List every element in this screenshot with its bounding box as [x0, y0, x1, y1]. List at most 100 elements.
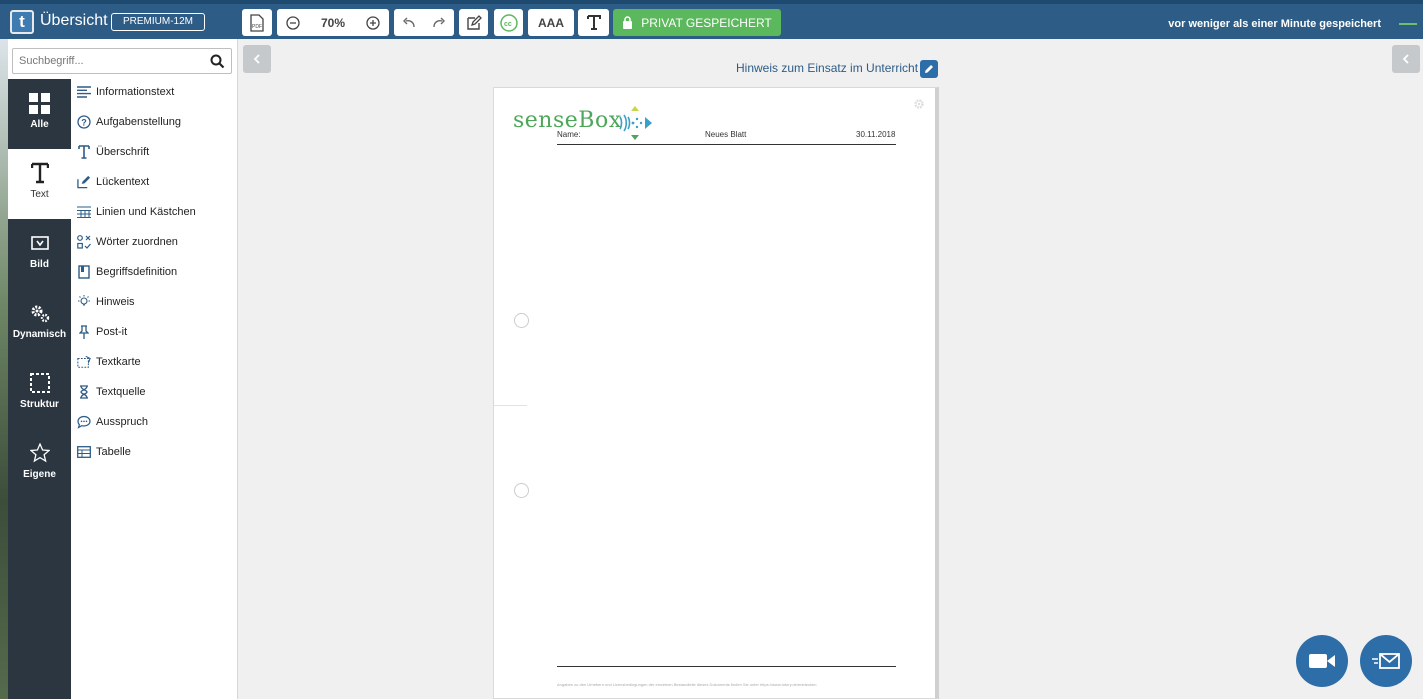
list-item-label: Post-it: [96, 326, 128, 338]
pdf-export-button[interactable]: PDF: [242, 9, 272, 36]
speech-bubble-icon: [77, 415, 91, 429]
name-label: Name:: [557, 130, 581, 139]
private-saved-label: PRIVAT GESPEICHERT: [641, 15, 772, 30]
plus-circle-icon: [366, 15, 380, 30]
category-label: Dynamisch: [12, 329, 67, 340]
redo-icon: [433, 17, 445, 27]
lightbulb-icon: [77, 295, 91, 309]
list-item-label: Aufgabenstellung: [96, 116, 182, 128]
footer-divider: [557, 666, 896, 667]
list-item-textquelle[interactable]: Textquelle: [77, 383, 146, 401]
category-label: Bild: [30, 259, 49, 270]
chevron-left-icon: [253, 54, 260, 64]
category-struktur[interactable]: Struktur: [8, 359, 71, 429]
list-item-woerter-zuordnen[interactable]: Wörter zuordnen: [77, 233, 178, 251]
redo-button[interactable]: [431, 17, 447, 29]
category-alle[interactable]: Alle: [8, 79, 71, 149]
category-dynamisch[interactable]: Dynamisch: [8, 289, 71, 359]
pin-icon: [77, 325, 91, 339]
overview-link[interactable]: Übersicht: [40, 12, 108, 30]
text-t-icon: [30, 161, 49, 185]
category-text[interactable]: Text: [8, 149, 71, 219]
lines-icon: [77, 85, 91, 99]
search-input[interactable]: [13, 49, 203, 73]
category-list: Alle Text Bild Dynamisch Struktur Eigene: [8, 79, 71, 699]
list-item-textkarte[interactable]: Textkarte: [77, 353, 141, 371]
undo-icon: [403, 17, 415, 27]
sheet-date: 30.11.2018: [856, 130, 896, 139]
video-camera-icon: [1309, 654, 1335, 668]
save-indicator: [1399, 23, 1417, 25]
list-item-label: Tabelle: [96, 446, 131, 458]
sheet-title[interactable]: Neues Blatt: [705, 130, 746, 139]
match-icon: [77, 235, 91, 249]
list-item-label: Informationstext: [96, 86, 175, 98]
list-item-tabelle[interactable]: Tabelle: [77, 443, 131, 461]
fold-mark: [494, 405, 527, 406]
sensebox-logo-icon: [619, 106, 652, 140]
private-saved-button[interactable]: PRIVAT GESPEICHERT: [613, 9, 781, 36]
category-bild[interactable]: Bild: [8, 219, 71, 289]
font-size-button[interactable]: AAA: [528, 9, 574, 36]
element-sidebar: Alle Text Bild Dynamisch Struktur: [8, 39, 238, 699]
video-tutorial-button[interactable]: [1296, 635, 1348, 687]
send-mail-icon: [1372, 653, 1400, 669]
footer-license-text: Angaben zu den Urhebern und Lizenzbeding…: [557, 682, 817, 687]
edit-button[interactable]: [459, 9, 488, 36]
top-bar: t Übersicht PREMIUM-12M PDF 70% cc AAA P…: [0, 0, 1423, 39]
feedback-mail-button[interactable]: [1360, 635, 1412, 687]
list-item-label: Begriffsdefinition: [96, 266, 178, 278]
svg-text:cc: cc: [504, 21, 512, 28]
list-item-ausspruch[interactable]: Ausspruch: [77, 413, 148, 431]
category-label: Struktur: [20, 399, 59, 410]
list-item-label: Textquelle: [96, 386, 146, 398]
hourglass-icon: [77, 385, 91, 399]
list-item-post-it[interactable]: Post-it: [77, 323, 127, 341]
list-item-hinweis[interactable]: Hinweis: [77, 293, 135, 311]
list-item-aufgabenstellung[interactable]: ? Aufgabenstellung: [77, 113, 181, 131]
search-icon[interactable]: [210, 54, 225, 69]
header-divider: [557, 144, 896, 145]
license-button[interactable]: cc: [494, 9, 523, 36]
list-item-ueberschrift[interactable]: Überschrift: [77, 143, 149, 161]
heading-t-icon: [77, 145, 91, 159]
list-item-begriffsdefinition[interactable]: Begriffsdefinition: [77, 263, 177, 281]
search-box: [12, 48, 232, 74]
punch-hole-marker: [514, 313, 529, 328]
gears-icon: [29, 301, 51, 325]
undo-button[interactable]: [401, 17, 417, 29]
list-item-informationstext[interactable]: Informationstext: [77, 83, 174, 101]
app-logo-icon[interactable]: t: [10, 10, 34, 34]
list-item-lueckentext[interactable]: Lückentext: [77, 173, 149, 191]
font-button[interactable]: [578, 9, 609, 36]
list-item-label: Hinweis: [96, 296, 135, 308]
zoom-out-button[interactable]: [278, 15, 308, 30]
list-item-label: Linien und Kästchen: [96, 206, 196, 218]
zoom-control: 70%: [277, 9, 389, 36]
undo-redo-group: [394, 9, 454, 36]
book-icon: [77, 265, 91, 279]
worksheet-page[interactable]: senseBox Name: Neues Blatt 30.11.2018 An…: [493, 87, 939, 699]
zoom-in-button[interactable]: [358, 15, 388, 30]
dashed-square-icon: [29, 371, 50, 395]
collapse-right-button[interactable]: [1392, 45, 1420, 73]
gear-icon[interactable]: [913, 98, 925, 110]
usage-hint-link[interactable]: Hinweis zum Einsatz im Unterricht: [736, 61, 918, 75]
category-eigene[interactable]: Eigene: [8, 429, 71, 499]
svg-text:PDF: PDF: [252, 24, 262, 30]
svg-text:?: ?: [81, 118, 87, 128]
lock-icon: [623, 16, 633, 29]
category-label: Text: [30, 189, 49, 200]
edit-hint-button[interactable]: [920, 60, 938, 78]
collapse-left-button[interactable]: [243, 45, 271, 73]
grid-icon: [29, 91, 50, 115]
card-icon: [77, 355, 91, 369]
chevron-left-icon: [1402, 54, 1409, 64]
zoom-value: 70%: [320, 15, 346, 30]
list-item-linien-und-kaestchen[interactable]: Linien und Kästchen: [77, 203, 196, 221]
star-icon: [29, 441, 50, 465]
list-item-label: Wörter zuordnen: [96, 236, 178, 248]
punch-hole-marker: [514, 483, 529, 498]
category-label: Eigene: [23, 469, 56, 480]
edit-square-icon: [466, 14, 482, 30]
